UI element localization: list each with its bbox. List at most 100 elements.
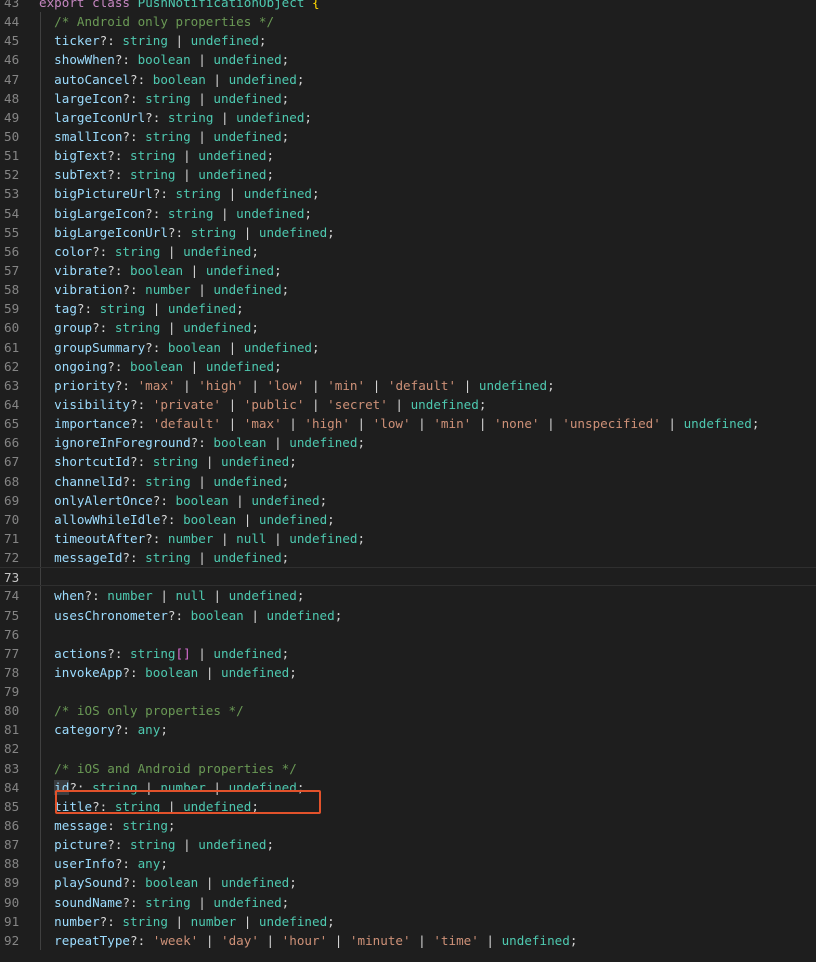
- code-token: number: [54, 913, 100, 929]
- code-token: any: [137, 856, 161, 872]
- code-token: when: [54, 588, 85, 604]
- code-line[interactable]: 78 invokeApp?: boolean | undefined;: [0, 662, 816, 683]
- code-line[interactable]: 53 bigPictureUrl?: string | undefined;: [0, 184, 816, 204]
- code-line[interactable]: 56 color?: string | undefined;: [0, 241, 816, 261]
- code-token: undefined: [236, 109, 305, 125]
- code-line[interactable]: 61 groupSummary?: boolean | undefined;: [0, 337, 816, 357]
- code-line[interactable]: 57 vibrate?: boolean | undefined;: [0, 260, 816, 281]
- code-line[interactable]: 44 /* Android only properties */: [0, 12, 816, 32]
- code-text: visibility?: 'private' | 'public' | 'sec…: [39, 395, 486, 414]
- code-token: |: [243, 377, 267, 393]
- code-line[interactable]: 89 playSound?: boolean | undefined;: [0, 873, 816, 893]
- code-line[interactable]: 82: [0, 739, 816, 759]
- code-text: ongoing?: boolean | undefined;: [39, 357, 282, 376]
- code-line[interactable]: 69 onlyAlertOnce?: boolean | undefined;: [0, 490, 816, 510]
- code-token: ?:: [167, 224, 191, 240]
- code-line[interactable]: 88 userInfo?: any;: [0, 854, 816, 874]
- code-token: |: [539, 416, 563, 432]
- code-token: vibration: [54, 282, 123, 298]
- code-line[interactable]: 83 /* iOS and Android properties */: [0, 758, 816, 778]
- code-line[interactable]: 59 tag?: string | undefined;: [0, 299, 816, 319]
- code-token: ?:: [130, 416, 153, 432]
- code-token: |: [183, 262, 206, 278]
- code-token: ?:: [130, 454, 153, 470]
- code-line[interactable]: 64 visibility?: 'private' | 'public' | '…: [0, 394, 816, 415]
- code-token: ?:: [145, 530, 168, 546]
- code-token: ?:: [114, 722, 138, 738]
- line-number: 61: [4, 339, 20, 355]
- code-line[interactable]: 48 largeIcon?: string | undefined;: [0, 88, 816, 108]
- code-token: ;: [319, 492, 328, 508]
- code-token: 'minute': [349, 932, 411, 948]
- code-line[interactable]: 51 bigText?: string | undefined;: [0, 146, 816, 166]
- code-line[interactable]: 86 message: string;: [0, 816, 816, 836]
- code-text: playSound?: boolean | undefined;: [39, 873, 297, 892]
- line-number: 76: [4, 626, 20, 642]
- code-line[interactable]: 60 group?: string | undefined;: [0, 318, 816, 338]
- code-token: ;: [547, 377, 555, 393]
- code-text: allowWhileIdle?: boolean | undefined;: [39, 510, 335, 529]
- code-token: boolean: [145, 664, 199, 680]
- code-line[interactable]: 66 ignoreInForeground?: boolean | undefi…: [0, 433, 816, 453]
- code-line[interactable]: 72 messageId?: string | undefined;: [0, 548, 816, 568]
- code-line[interactable]: 75 usesChronometer?: boolean | undefined…: [0, 605, 816, 625]
- code-line[interactable]: 54 bigLargeIcon?: string | undefined;: [0, 203, 816, 223]
- code-line[interactable]: 92 repeatType?: 'week' | 'day' | 'hour' …: [0, 930, 816, 951]
- code-line[interactable]: 49 largeIconUrl?: string | undefined;: [0, 107, 816, 127]
- code-text: onlyAlertOnce?: boolean | undefined;: [39, 491, 327, 510]
- code-line[interactable]: 68 channelId?: string | undefined;: [0, 471, 816, 491]
- code-token: 'default': [387, 377, 457, 393]
- code-line[interactable]: 79: [0, 682, 816, 702]
- code-line[interactable]: 91 number?: string | number | undefined;: [0, 911, 816, 931]
- code-line[interactable]: 43 export class PushNotificationObject {: [0, 0, 816, 12]
- code-token: ;: [167, 818, 176, 834]
- code-token: class: [92, 0, 131, 10]
- code-line[interactable]: 63 priority?: 'max' | 'high' | 'low' | '…: [0, 375, 816, 395]
- code-line[interactable]: 46 showWhen?: boolean | undefined;: [0, 50, 816, 70]
- code-line[interactable]: 55 bigLargeIconUrl?: string | undefined;: [0, 222, 816, 242]
- code-line[interactable]: 47 autoCancel?: boolean | undefined;: [0, 69, 816, 89]
- code-token: ?:: [92, 243, 115, 259]
- code-line[interactable]: 70 allowWhileIdle?: boolean | undefined;: [0, 509, 816, 529]
- code-token: ?:: [167, 607, 191, 623]
- code-line[interactable]: 76: [0, 624, 816, 644]
- code-line[interactable]: 77 actions?: string[] | undefined;: [0, 643, 816, 663]
- code-line[interactable]: 80 /* iOS only properties */: [0, 701, 816, 721]
- code-line[interactable]: 62 ongoing?: boolean | undefined;: [0, 356, 816, 376]
- code-token: |: [456, 377, 479, 393]
- code-token: boolean: [145, 875, 199, 891]
- line-number: 69: [4, 492, 20, 508]
- code-token: PushNotificationObject: [137, 0, 305, 10]
- code-line[interactable]: 52 subText?: string | undefined;: [0, 165, 816, 185]
- code-token: |: [213, 109, 237, 125]
- code-token: undefined: [236, 205, 305, 221]
- code-text: vibration?: number | undefined;: [39, 280, 289, 299]
- code-line[interactable]: 65 importance?: 'default' | 'max' | 'hig…: [0, 414, 816, 434]
- code-token: largeIcon: [54, 90, 123, 106]
- code-token: undefined: [221, 664, 290, 680]
- code-token: |: [190, 128, 214, 144]
- code-line[interactable]: 45 ticker?: string | undefined;: [0, 31, 816, 51]
- code-token: ;: [304, 205, 313, 221]
- code-line[interactable]: 67 shortcutId?: string | undefined;: [0, 452, 816, 472]
- code-token: undefined: [183, 320, 252, 336]
- code-line[interactable]: 50 smallIcon?: string | undefined;: [0, 126, 816, 147]
- code-token: ?:: [122, 550, 146, 566]
- code-line[interactable]: 81 category?: any;: [0, 720, 816, 740]
- code-token: ;: [281, 550, 290, 566]
- code-text: color?: string | undefined;: [39, 242, 259, 261]
- code-line[interactable]: 58 vibration?: number | undefined;: [0, 280, 816, 300]
- code-line[interactable]: 90 soundName?: string | undefined;: [0, 892, 816, 912]
- code-line[interactable]: 74 when?: number | null | undefined;: [0, 586, 816, 606]
- code-token: boolean: [130, 262, 184, 278]
- code-token: ;: [327, 913, 335, 929]
- code-line[interactable]: 87 picture?: string | undefined;: [0, 835, 816, 855]
- code-text: category?: any;: [39, 720, 168, 739]
- code-line[interactable]: 71 timeoutAfter?: number | null | undefi…: [0, 528, 816, 549]
- code-line[interactable]: 73: [0, 567, 816, 587]
